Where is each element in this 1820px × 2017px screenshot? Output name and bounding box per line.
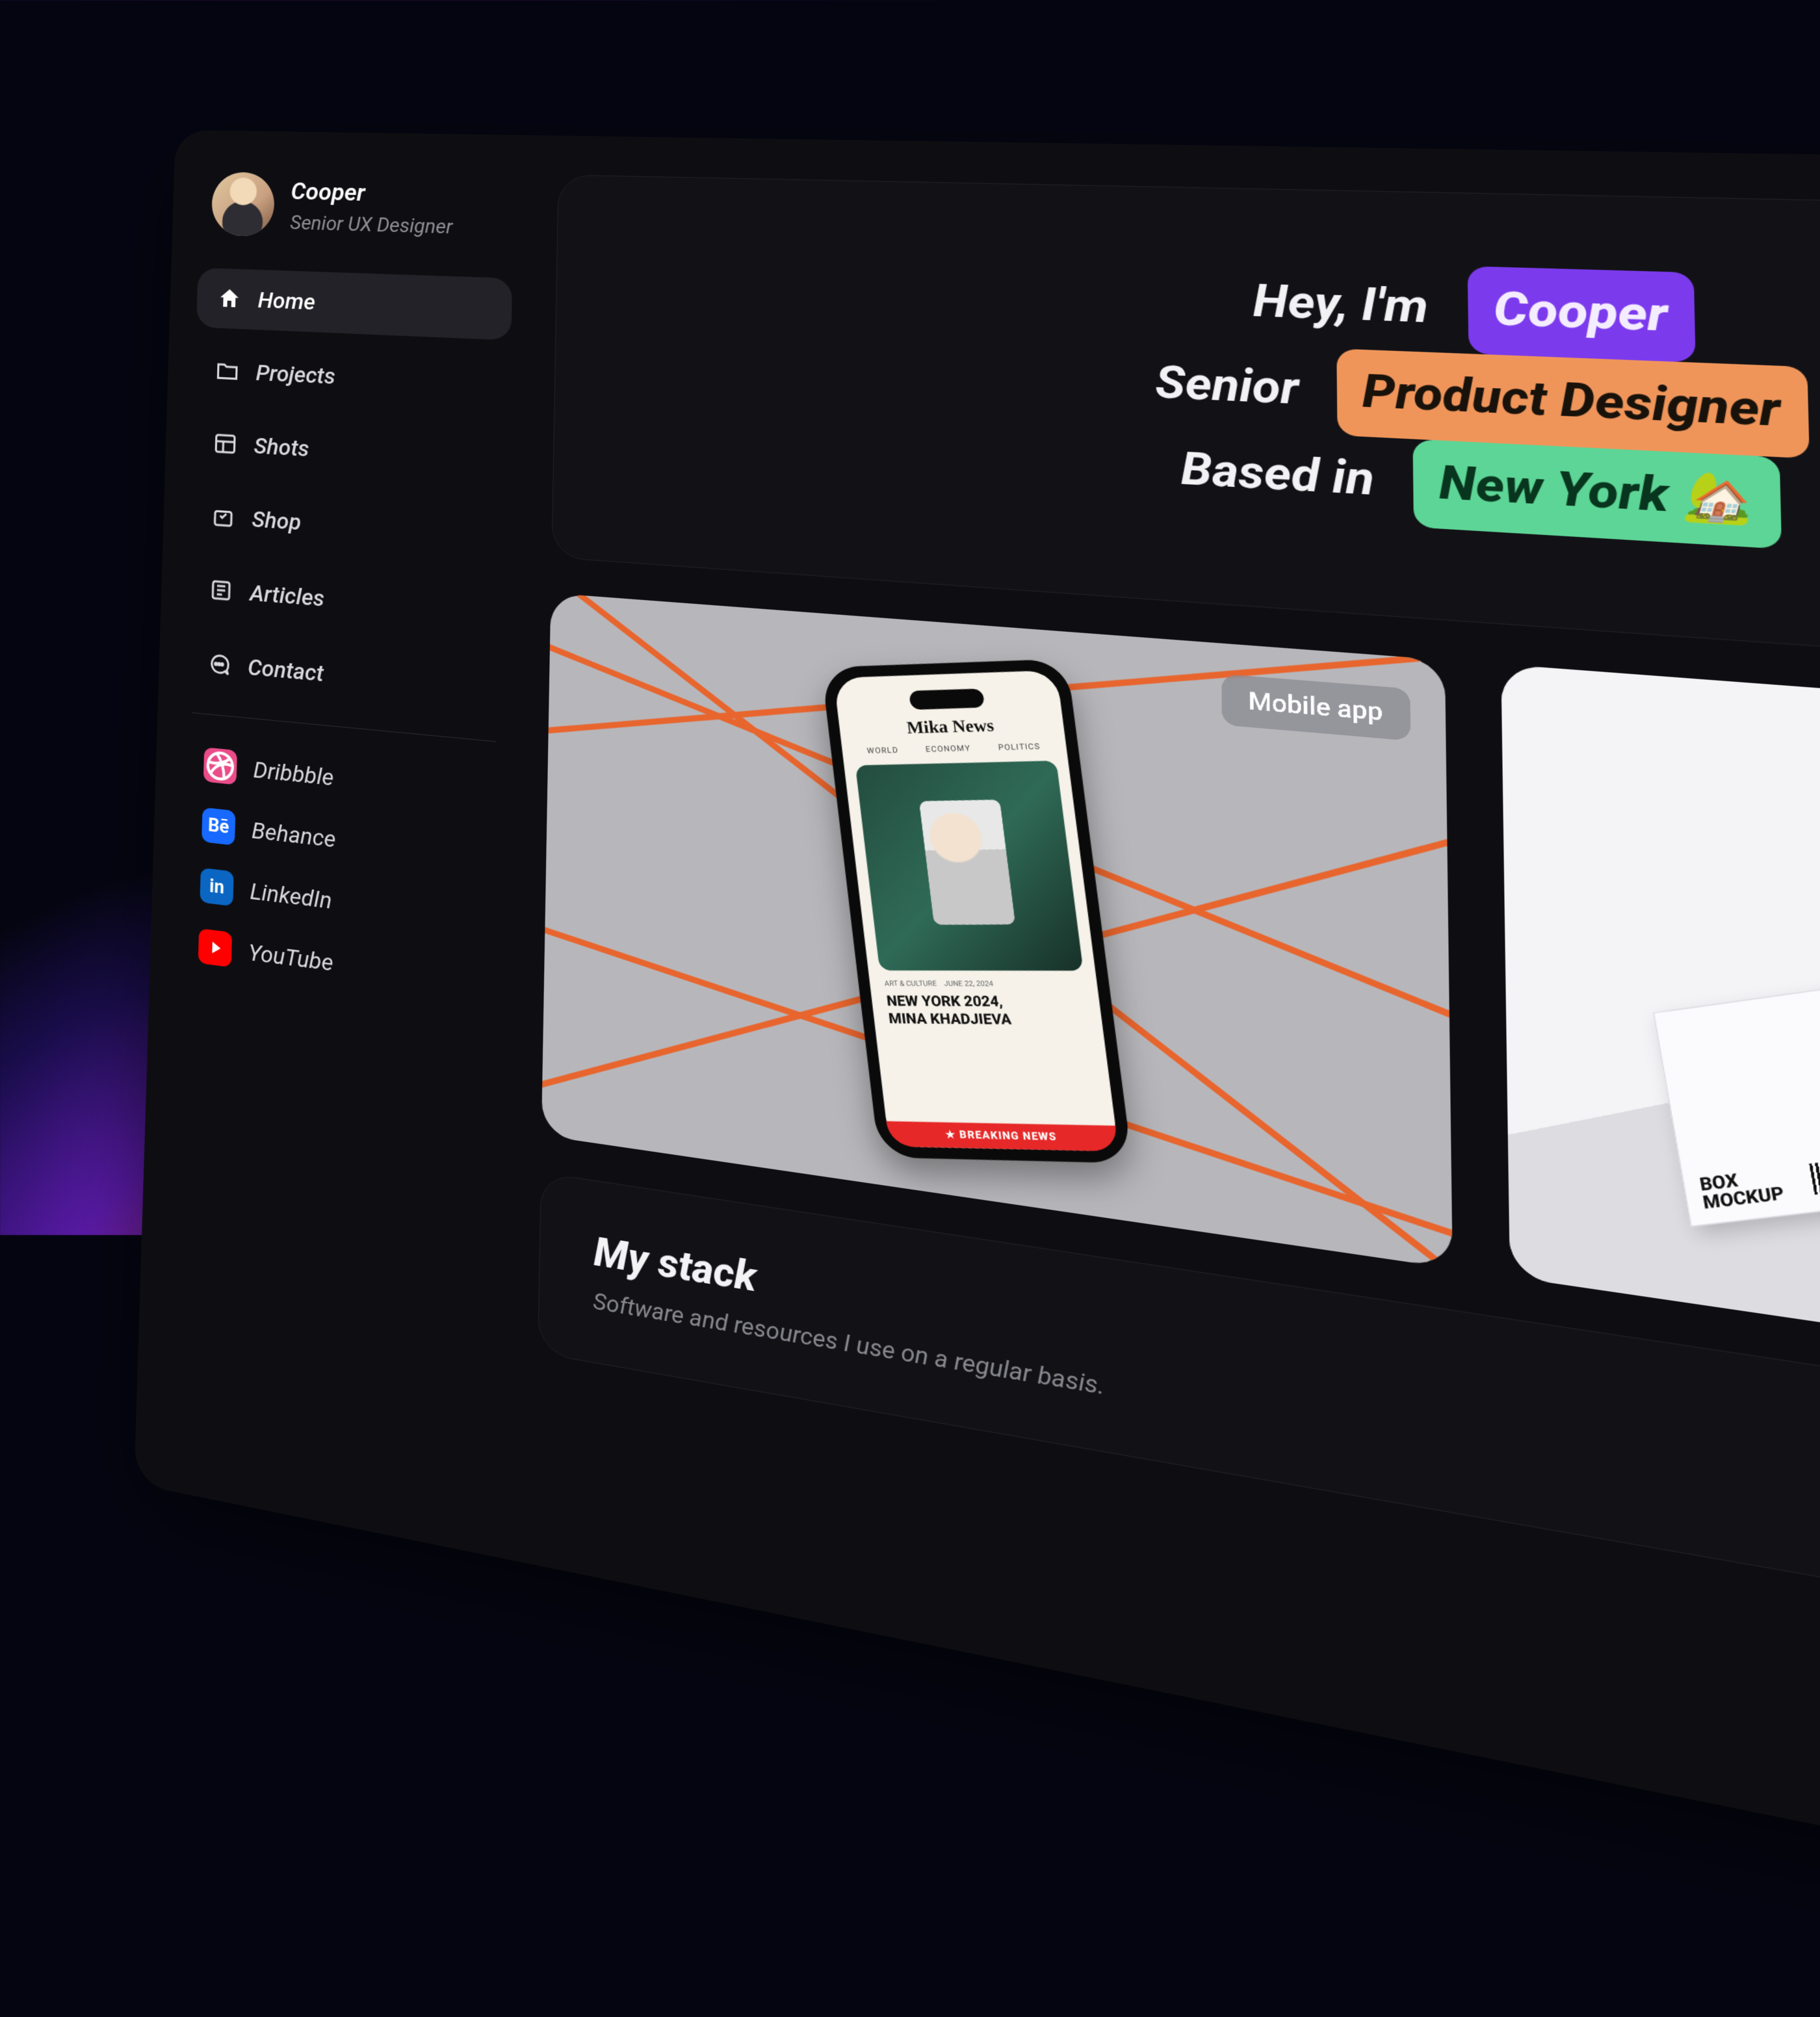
social-label: YouTube — [248, 938, 333, 976]
mock-hero-image — [855, 761, 1083, 970]
social-label: LinkedIn — [250, 877, 332, 915]
hero-text: Hey, I'm — [1253, 274, 1429, 335]
sidebar-item-label: Shop — [252, 505, 302, 536]
sidebar-item-label: Articles — [250, 579, 325, 612]
sidebar-item-contact[interactable]: Contact — [185, 631, 505, 722]
sidebar-item-label: Home — [257, 287, 315, 315]
mock-tag: ART & CULTURE — [884, 980, 937, 988]
hero-text: Based in — [1181, 442, 1375, 507]
sidebar-item-home[interactable]: Home — [196, 268, 512, 341]
folder-icon — [215, 358, 240, 384]
mock-tab: POLITICS — [997, 742, 1040, 752]
chat-icon — [206, 650, 231, 678]
hero-pill-name: Cooper — [1467, 266, 1696, 362]
hero-text: Senior — [1155, 356, 1299, 416]
mock-headline: NEW YORK 2024, MINA KHADJIEVA — [885, 993, 1087, 1029]
sidebar-item-projects[interactable]: Projects — [194, 340, 511, 416]
sidebar-item-articles[interactable]: Articles — [188, 558, 507, 644]
profile-role: Senior UX Designer — [290, 211, 453, 239]
layout-icon — [213, 430, 238, 457]
phone-notch — [908, 688, 984, 710]
app-window: Cooper Senior UX Designer Home Projects — [134, 130, 1820, 2017]
sidebar-socials: Dribbble Bē Behance in LinkedIn YouTube — [177, 733, 503, 1016]
mock-tab: ECONOMY — [925, 744, 971, 754]
mock-date: JUNE 22, 2024 — [943, 980, 993, 989]
sidebar-nav: Home Projects Shots Shop — [185, 268, 512, 722]
project-card-mobile-app[interactable]: Mika News WORLD ECONOMY POLITICS ART & C… — [541, 593, 1453, 1268]
bag-icon — [211, 503, 236, 530]
mock-masthead: Mika News — [850, 713, 1052, 739]
behance-icon: Bē — [202, 807, 235, 846]
mock-meta: ART & CULTURE JUNE 22, 2024 — [884, 980, 1082, 988]
avatar — [211, 172, 275, 237]
mock-ticker: ★ BREAKING NEWS — [886, 1121, 1119, 1151]
sidebar-item-label: Projects — [255, 359, 335, 389]
youtube-icon — [198, 928, 232, 967]
box-small-text: BOX MOCKUP — [1698, 1165, 1786, 1212]
mock-tab: WORLD — [866, 746, 899, 755]
linkedin-icon: in — [200, 868, 233, 906]
sidebar-item-shop[interactable]: Shop — [190, 484, 508, 567]
sidebar: Cooper Senior UX Designer Home Projects — [134, 130, 544, 1561]
social-label: Dribbble — [253, 756, 334, 792]
mock-tabs: WORLD ECONOMY POLITICS — [853, 742, 1055, 755]
profile-name: Cooper — [291, 177, 454, 209]
hero-pill-location: New York 🏡 — [1413, 439, 1782, 549]
barcode-icon — [1809, 1147, 1820, 1195]
sidebar-item-shots[interactable]: Shots — [192, 412, 509, 491]
article-icon — [209, 577, 234, 604]
sidebar-item-label: Contact — [248, 653, 324, 687]
profile-block[interactable]: Cooper Senior UX Designer — [198, 172, 514, 278]
mock-headline-l1: NEW YORK 2024, — [885, 993, 1004, 1010]
mock-headline-l2: MINA KHADJIEVA — [887, 1010, 1012, 1028]
dribbble-icon — [203, 747, 237, 785]
home-icon — [217, 286, 242, 312]
main-content: Hey, I'm Cooper Senior Product Designer … — [519, 135, 1820, 2017]
sidebar-item-label: Shots — [254, 432, 309, 462]
social-label: Behance — [252, 816, 336, 853]
